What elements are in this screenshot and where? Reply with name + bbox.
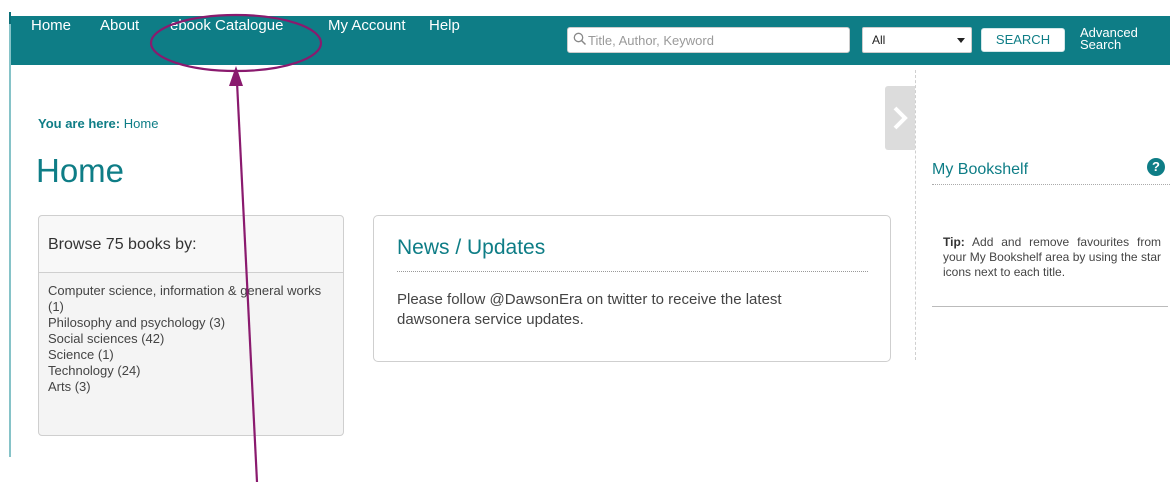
- browse-category-item[interactable]: Computer science, information & general …: [48, 283, 337, 315]
- browse-panel: Browse 75 books by: Computer science, in…: [38, 215, 344, 436]
- search-button[interactable]: SEARCH: [981, 28, 1065, 52]
- bookshelf-title: My Bookshelf: [932, 161, 1029, 178]
- nav-ebook-catalogue[interactable]: ebook Catalogue: [170, 17, 283, 34]
- browse-category-list: Computer science, information & general …: [39, 273, 343, 395]
- browse-category-item[interactable]: Philosophy and psychology (3): [48, 315, 337, 331]
- help-icon[interactable]: ?: [1147, 158, 1165, 176]
- nav-my-account[interactable]: My Account: [328, 17, 406, 34]
- tip-label: Tip:: [943, 235, 965, 249]
- browse-category-item[interactable]: Technology (24): [48, 363, 337, 379]
- breadcrumb: You are here: Home: [38, 116, 158, 131]
- bookshelf-tip: Tip: Add and remove favourites from your…: [943, 235, 1161, 280]
- news-body: Please follow @DawsonEra on twitter to r…: [397, 291, 782, 328]
- nav-help[interactable]: Help: [429, 17, 460, 34]
- tip-text: Add and remove favourites from your My B…: [943, 235, 1161, 279]
- browse-heading: Browse 75 books by:: [39, 216, 343, 273]
- search-icon: [573, 32, 587, 46]
- browse-category-item[interactable]: Social sciences (42): [48, 331, 337, 347]
- advanced-search-link[interactable]: Advanced Search: [1080, 26, 1150, 51]
- sidebar-collapse-tab[interactable]: [885, 86, 915, 150]
- bookshelf-divider: [932, 184, 1170, 185]
- bookshelf-bottom-rule: [932, 306, 1168, 307]
- chevron-down-icon: [957, 38, 965, 43]
- search-scope-value: All: [872, 33, 886, 47]
- breadcrumb-home-link[interactable]: Home: [124, 116, 159, 131]
- sidebar-divider: [915, 70, 916, 360]
- search-scope-select[interactable]: All: [862, 27, 972, 53]
- breadcrumb-prefix: You are here:: [38, 116, 121, 131]
- news-title: News / Updates: [397, 236, 546, 259]
- browse-category-item[interactable]: Arts (3): [48, 379, 337, 395]
- nav-about[interactable]: About: [100, 17, 139, 34]
- browse-category-item[interactable]: Science (1): [48, 347, 337, 363]
- page-title: Home: [36, 152, 125, 189]
- news-panel: News / Updates Please follow @DawsonEra …: [373, 215, 891, 362]
- search-box: [567, 27, 850, 53]
- nav-home[interactable]: Home: [31, 17, 71, 34]
- chevron-right-icon: [893, 106, 908, 130]
- news-divider: [397, 271, 868, 272]
- search-input[interactable]: [588, 29, 843, 51]
- left-accent-bar: [9, 12, 11, 457]
- annotation-arrow-head: [229, 66, 243, 86]
